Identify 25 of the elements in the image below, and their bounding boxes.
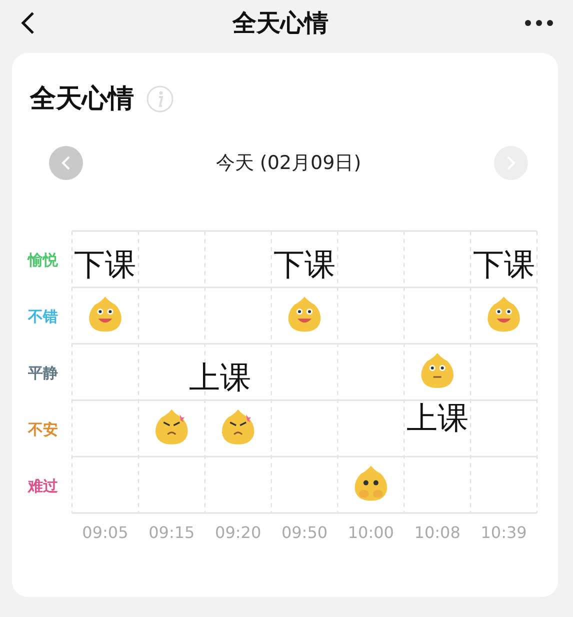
more-icon[interactable] [525,20,553,26]
previous-day-button[interactable] [49,146,83,180]
note-text: 下课 [274,247,336,284]
mood-label: 不安 [28,420,58,438]
time-label: 10:00 [348,523,394,542]
time-label: 10:39 [480,523,527,542]
time-label: 09:15 [148,523,195,542]
info-icon[interactable] [146,84,174,112]
mood-label: 愉悦 [28,251,58,270]
mood-label: 难过 [28,476,58,495]
time-label: 09:50 [281,523,328,542]
chevron-left-icon [61,155,71,171]
time-label: 10:08 [414,523,460,542]
card-title: 全天心情 [30,83,134,116]
note-text: 下课 [74,247,136,284]
page-title: 全天心情 [232,8,328,38]
time-label: 09:05 [82,523,128,542]
date-label: 今天 (02月09日) [216,151,362,176]
mood-label: 平静 [28,364,58,382]
time-label: 09:20 [215,523,262,542]
note-text: 上课 [189,360,252,396]
note-text: 下课 [472,247,535,284]
note-text: 上课 [406,400,468,436]
mood-label: 不错 [28,308,58,326]
back-icon[interactable] [20,10,36,34]
